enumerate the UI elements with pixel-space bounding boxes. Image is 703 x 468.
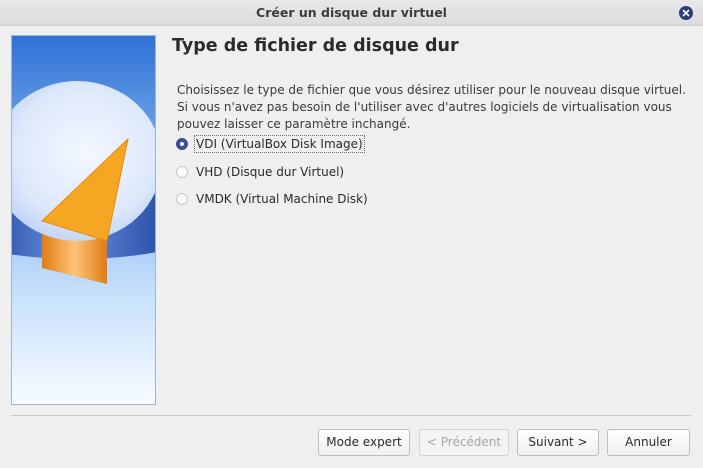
wizard-side-illustration — [11, 35, 156, 405]
option-vhd-label: VHD (Disque dur Virtuel) — [196, 165, 345, 179]
radio-vhd[interactable] — [176, 166, 188, 178]
button-separator — [11, 415, 691, 416]
radio-vmdk[interactable] — [176, 193, 188, 205]
option-vmdk[interactable]: VMDK (Virtual Machine Disk) — [176, 190, 368, 208]
previous-button[interactable]: < Précédent — [419, 429, 509, 456]
disk-pie-illustration — [12, 81, 155, 284]
close-icon[interactable] — [679, 6, 693, 20]
radio-vdi[interactable] — [176, 138, 188, 150]
window-title: Créer un disque dur virtuel — [256, 5, 447, 20]
next-button[interactable]: Suivant > — [517, 429, 599, 456]
cancel-button[interactable]: Annuler — [607, 429, 690, 456]
option-vmdk-label: VMDK (Virtual Machine Disk) — [196, 192, 368, 206]
option-vdi[interactable]: VDI (VirtualBox Disk Image) — [176, 135, 365, 153]
expert-mode-button[interactable]: Mode expert — [318, 429, 410, 456]
option-vhd[interactable]: VHD (Disque dur Virtuel) — [176, 163, 344, 181]
title-bar: Créer un disque dur virtuel — [0, 0, 703, 26]
page-title: Type de fichier de disque dur — [172, 36, 459, 56]
page-description: Choisissez le type de fichier que vous d… — [177, 83, 686, 131]
option-vdi-label: VDI (VirtualBox Disk Image) — [194, 135, 365, 153]
